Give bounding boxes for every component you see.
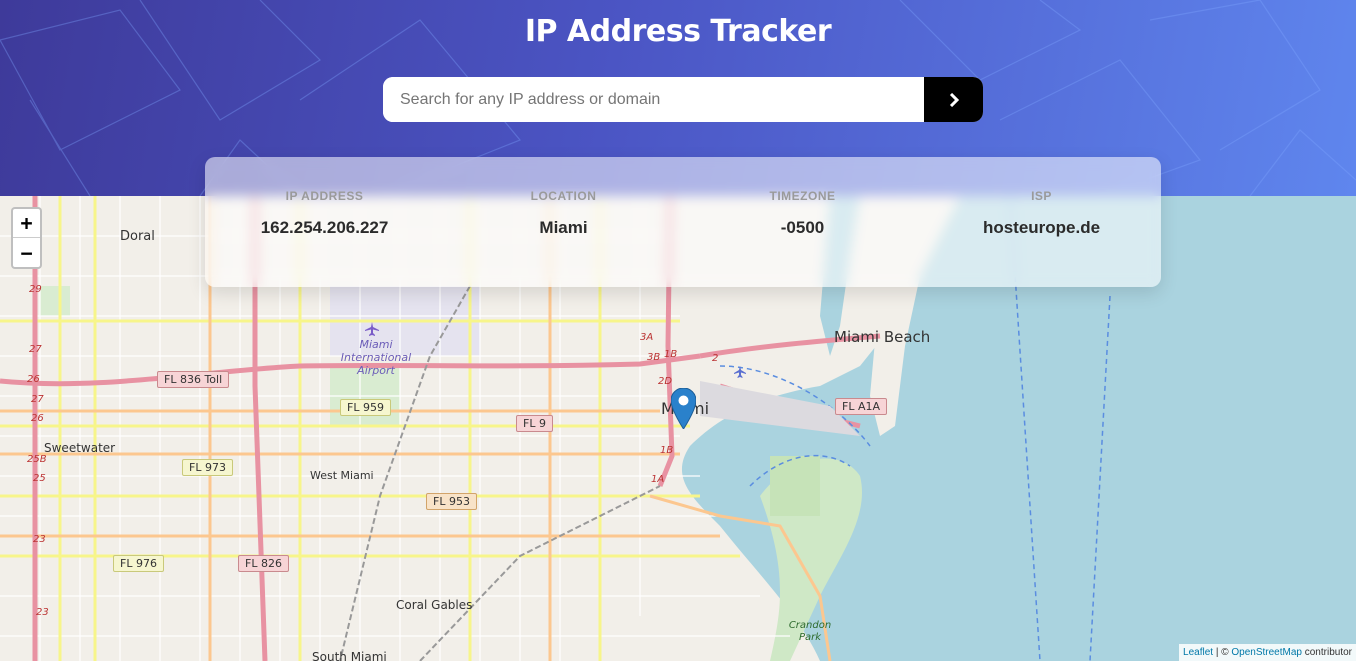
info-value: 162.254.206.227 [260, 218, 389, 237]
info-isp: ISP hosteurope.de [922, 157, 1161, 287]
exit-label: 27 [29, 344, 42, 355]
exit-label: 27 [31, 394, 44, 405]
exit-label: 3B [647, 352, 661, 363]
exit-label: 1B [664, 349, 678, 360]
exit-label: 26 [31, 413, 44, 424]
attribution-separator: | © [1213, 647, 1232, 658]
road-shield-fla1a: FL A1A [835, 398, 888, 415]
exit-label: 2 [712, 353, 719, 364]
info-label: LOCATION [530, 189, 597, 203]
place-label-west-miami: West Miami [310, 469, 374, 482]
exit-label: 23 [36, 607, 49, 618]
info-value: Miami [539, 218, 588, 237]
place-label-sweetwater: Sweetwater [44, 441, 116, 455]
place-label-south-miami: South Miami [312, 650, 387, 661]
place-label-airport: Miami International Airport [340, 338, 412, 377]
info-value: -0500 [780, 218, 825, 237]
airport-icon [365, 322, 379, 336]
road-shield-fl953: FL 953 [426, 493, 477, 510]
exit-label: 2D [658, 376, 673, 387]
chevron-right-icon [949, 92, 959, 107]
search-bar [383, 77, 983, 122]
info-label: TIMEZONE [769, 189, 836, 203]
info-ip-address: IP ADDRESS 162.254.206.227 [205, 157, 444, 287]
place-label-crandon-park: Crandon Park [788, 620, 832, 643]
exit-label: 3A [640, 332, 654, 343]
search-submit-button[interactable] [924, 77, 983, 122]
zoom-out-button[interactable]: − [13, 238, 40, 267]
port-airport-icon [734, 366, 746, 378]
place-label-miami-beach: Miami Beach [834, 328, 931, 346]
zoom-in-button[interactable]: + [13, 209, 40, 238]
road-shield-fl959: FL 959 [340, 399, 391, 416]
osm-link[interactable]: OpenStreetMap [1231, 647, 1302, 658]
exit-label: 29 [29, 284, 42, 295]
place-label-doral: Doral [120, 229, 155, 244]
place-label-coral-gables: Coral Gables [396, 598, 473, 612]
zoom-control: + − [11, 207, 42, 269]
exit-label: 1A [651, 474, 665, 485]
exit-label: 1B [660, 445, 674, 456]
ip-info-card: IP ADDRESS 162.254.206.227 LOCATION Miam… [205, 157, 1161, 287]
road-shield-fl976: FL 976 [113, 555, 164, 572]
info-label: IP ADDRESS [285, 189, 364, 203]
exit-label: 25B [27, 454, 47, 465]
exit-label: 23 [33, 534, 46, 545]
info-value: hosteurope.de [982, 218, 1101, 237]
map-pin-icon[interactable] [671, 388, 696, 429]
info-timezone: TIMEZONE -0500 [683, 157, 922, 287]
page-title: IP Address Tracker [524, 14, 832, 49]
leaflet-link[interactable]: Leaflet [1183, 647, 1213, 658]
attribution-suffix: contributor [1301, 647, 1352, 658]
exit-label: 25 [33, 473, 46, 484]
search-input[interactable] [383, 77, 924, 122]
map-attribution: Leaflet | © OpenStreetMap contributor [1179, 644, 1356, 661]
info-location: LOCATION Miami [444, 157, 683, 287]
road-shield-fl973: FL 973 [182, 459, 233, 476]
exit-label: 26 [27, 374, 40, 385]
road-shield-fl9: FL 9 [516, 415, 553, 432]
info-label: ISP [1031, 189, 1052, 203]
road-shield-fl826: FL 826 [238, 555, 289, 572]
road-shield-fl836: FL 836 Toll [157, 371, 230, 388]
